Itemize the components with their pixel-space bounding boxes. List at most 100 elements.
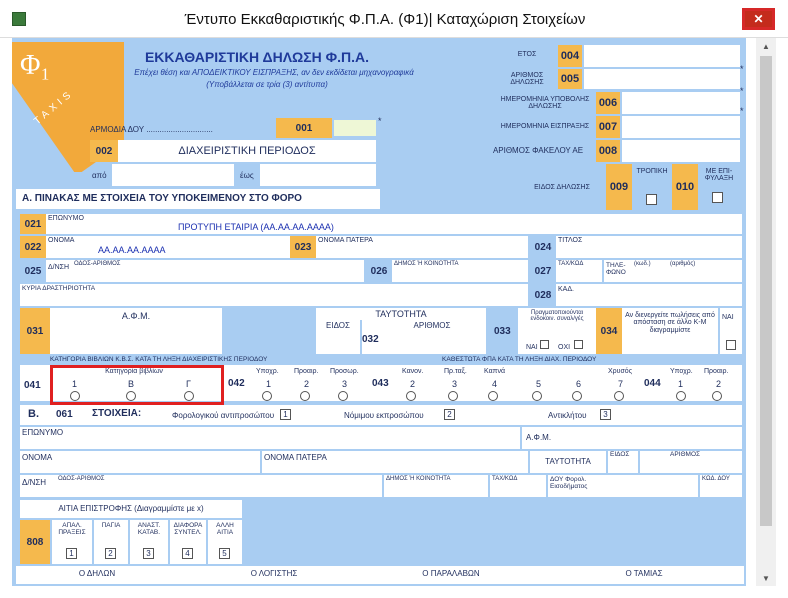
- patera-field[interactable]: ΟΝΟΜΑ ΠΑΤΕΡΑ: [316, 236, 528, 258]
- antikl-checkbox[interactable]: 3: [600, 409, 611, 420]
- anadrom-label: Αν διενεργείτε πωλήσεις από απόσταση σε …: [625, 312, 715, 334]
- reason-4: ΔΙΑΦΟΡΑ ΣΥΝΤΕΛ. 4: [170, 520, 206, 564]
- prtax-num: 3: [452, 379, 458, 389]
- reason-4-checkbox[interactable]: 4: [182, 548, 193, 559]
- ar-dilosis-field[interactable]: [584, 69, 740, 89]
- onoma-field[interactable]: ΟΝΟΜΑ ΑΑ.ΑΑ.ΑΑ.ΑΑΑΑ: [46, 236, 290, 258]
- rep-taytotita-field: ΤΑΥΤΟΤΗΤΑ: [530, 451, 606, 473]
- rep-patera-field[interactable]: ΟΝΟΜΑ ΠΑΤΕΡΑ: [262, 451, 528, 473]
- tropiki-checkbox[interactable]: [646, 194, 657, 205]
- rep-onoma-field[interactable]: ΟΝΟΜΑ: [20, 451, 260, 473]
- proair-label: Προαιρ.: [294, 368, 319, 375]
- code-023: 023: [290, 236, 316, 258]
- reason-5-checkbox[interactable]: 5: [219, 548, 230, 559]
- patera-label: ΟΝΟΜΑ ΠΑΤΕΡΑ: [318, 237, 373, 244]
- reason-title: ΑΙΤΙΑ ΕΠΙΣΤΡΟΦΗΣ (Διαγραμμίστε με x): [20, 500, 242, 518]
- kat-vivlion-header: ΚΑΤΗΓΟΡΙΑ ΒΙΒΛΙΩΝ Κ.Β.Σ. ΚΑΤΑ ΤΗ ΛΗΞΗ ΔΙ…: [50, 356, 268, 363]
- me-epif-label: ΜΕ ΕΠΙ-ΦΥΛΑΞΗ: [704, 167, 734, 182]
- reason-1-checkbox[interactable]: 1: [66, 548, 77, 559]
- proair-num: 2: [304, 379, 310, 389]
- rep-arithmos-field[interactable]: ΑΡΙΘΜΟΣ: [640, 451, 742, 473]
- ar-fakelou-field[interactable]: [622, 140, 740, 162]
- afm-field[interactable]: Α.Φ.Μ.: [50, 308, 222, 354]
- footer-paralavon: Ο ΠΑΡΑΛΑΒΩΝ: [422, 569, 480, 578]
- ypox-radio[interactable]: [262, 391, 272, 401]
- onoma-value: ΑΑ.ΑΑ.ΑΑ.ΑΑΑΑ: [98, 245, 166, 255]
- rep-doy-field[interactable]: ΔΟΥ Φορολ. Εισοδήματος: [548, 475, 698, 497]
- kapna-radio[interactable]: [488, 391, 498, 401]
- cat6-radio[interactable]: [572, 391, 582, 401]
- window-titlebar: Έντυπο Εκκαθαριστικής Φ.Π.Α. (Φ1)| Καταχ…: [0, 0, 788, 38]
- chrysos-num: 7: [618, 379, 624, 389]
- rep-kod-field[interactable]: ΚΩΔ. ΔΟΥ: [700, 475, 742, 497]
- proair-radio[interactable]: [300, 391, 310, 401]
- prosor-radio[interactable]: [338, 391, 348, 401]
- close-button[interactable]: ✕: [742, 8, 775, 30]
- forol-checkbox[interactable]: 1: [280, 409, 291, 420]
- reason-2-checkbox[interactable]: 2: [105, 548, 116, 559]
- kanon-radio[interactable]: [406, 391, 416, 401]
- rep-dimos-field[interactable]: ΔΗΜΟΣ Ή ΚΟΙΝΟΤΗΤΑ: [384, 475, 488, 497]
- prosor-label: Προσωρ.: [330, 368, 359, 375]
- me-epif-checkbox[interactable]: [712, 192, 723, 203]
- kanon-label: Κανον.: [402, 368, 424, 375]
- dnsi-field[interactable]: Δ/ΝΣΗ ΟΔΟΣ-ΑΡΙΘΜΟΣ: [46, 260, 364, 282]
- etos-field[interactable]: [584, 45, 740, 67]
- scroll-down-icon[interactable]: ▼: [756, 570, 776, 586]
- nomimou-checkbox[interactable]: 2: [444, 409, 455, 420]
- imer-eispr-field[interactable]: [622, 116, 740, 138]
- chrysos-label: Χρυσός: [608, 368, 633, 375]
- rep-dnsi-field[interactable]: Δ/ΝΣΗ ΟΔΟΣ-ΑΡΙΘΜΟΣ: [20, 475, 382, 497]
- reason-2: ΠΑΓΙΑ 2: [94, 520, 128, 564]
- period-apo-label: από: [92, 171, 107, 180]
- vertical-scrollbar[interactable]: ▲ ▼: [756, 38, 776, 586]
- imer-ypob-field[interactable]: [622, 92, 740, 114]
- chrysos-radio[interactable]: [614, 391, 624, 401]
- reason-1: ΑΠΑΛ. ΠΡΑΞΕΙΣ 1: [52, 520, 92, 564]
- tropiki-label: ΤΡΟΠΙΚΗ: [636, 168, 668, 176]
- tk-label: ΤΑΧ/ΚΩΔ: [558, 261, 584, 267]
- pragm-oxi-label: ΟΧΙ: [558, 344, 571, 351]
- tk-field[interactable]: ΤΑΧ/ΚΩΔ: [556, 260, 602, 282]
- ypox2-radio[interactable]: [676, 391, 686, 401]
- kad-field[interactable]: ΚΑΔ.: [556, 284, 742, 306]
- arithmos-label: ΑΡΙΘΜΟΣ: [413, 321, 451, 330]
- nai2-checkbox[interactable]: [726, 340, 736, 350]
- reason-3: ΑΝΑΣΤ. ΚΑΤΑΒ. 3: [130, 520, 168, 564]
- titlos-field[interactable]: ΤΙΤΛΟΣ: [556, 236, 742, 258]
- nai2-field: ΝΑΙ: [720, 308, 742, 354]
- dimos-field[interactable]: ΔΗΜΟΣ Ή ΚΟΙΝΟΤΗΤΑ: [392, 260, 528, 282]
- proair2-radio[interactable]: [712, 391, 722, 401]
- scroll-thumb[interactable]: [760, 56, 772, 526]
- footer-logistis: Ο ΛΟΓΙΣΤΗΣ: [250, 569, 298, 578]
- rep-eponymo-field[interactable]: ΕΠΩΝΥΜΟ: [20, 427, 520, 449]
- doy-field[interactable]: [334, 120, 376, 136]
- scroll-up-icon[interactable]: ▲: [756, 38, 776, 54]
- section-a-title: Α. ΠΙΝΑΚΑΣ ΜΕ ΣΤΟΙΧΕΙΑ ΤΟΥ ΥΠΟΚΕΙΜΕΝΟΥ Σ…: [16, 189, 380, 209]
- eponymo-label: ΕΠΩΝΥΜΟ: [48, 215, 84, 222]
- rep-eponymo-label: ΕΠΩΝΥΜΟ: [22, 428, 64, 437]
- rep-afm-field[interactable]: Α.Φ.Μ.: [522, 427, 742, 449]
- cat5-radio[interactable]: [532, 391, 542, 401]
- code-032: 032: [362, 334, 379, 345]
- period-from-field[interactable]: [112, 164, 234, 186]
- eponymo-row[interactable]: ΕΠΩΝΥΜΟ ΠΡΟΤΥΠΗ ΕΤΑΙΡΙΑ (ΑΑ.ΑΑ.ΑΑ.ΑΑΑΑ): [46, 214, 742, 234]
- rep-eidos-field[interactable]: ΕΙΔΟΣ: [608, 451, 638, 473]
- drast-field[interactable]: ΚΥΡΙΑ ΔΡΑΣΤΗΡΙΟΤΗΤΑ: [20, 284, 528, 306]
- rep-tk-field[interactable]: ΤΑΧ/ΚΩΔ: [490, 475, 546, 497]
- highlight-box: [50, 365, 224, 405]
- pragm-nai-checkbox[interactable]: [540, 340, 549, 349]
- rep-dimos-label: ΔΗΜΟΣ Ή ΚΟΙΝΟΤΗΤΑ: [386, 476, 451, 482]
- prtax-radio[interactable]: [448, 391, 458, 401]
- code-027: 027: [534, 265, 552, 277]
- rep-dnsi-label: Δ/ΝΣΗ: [22, 478, 47, 487]
- pragm-oxi-checkbox[interactable]: [574, 340, 583, 349]
- period-to-field[interactable]: [260, 164, 376, 186]
- nomimou-label: Νόμιμου εκπροσώπου: [344, 411, 424, 420]
- ar-dilosis-label: ΑΡΙΘΜΟΣ ΔΗΛΩΣΗΣ: [510, 71, 544, 86]
- reason-3-checkbox[interactable]: 3: [143, 548, 154, 559]
- logo-phi: Φ₁: [20, 50, 51, 81]
- footer-tamias: Ο ΤΑΜΙΑΣ: [625, 569, 663, 578]
- tilefono-field[interactable]: ΤΗΛΕ-ΦΩΝΟ (κωδ.) (αριθμός): [604, 260, 742, 282]
- kathestota-header: ΚΑΘΕΣΤΩΤΑ ΦΠΑ ΚΑΤΑ ΤΗ ΛΗΞΗ ΔΙΑΧ. ΠΕΡΙΟΔΟ…: [442, 356, 597, 363]
